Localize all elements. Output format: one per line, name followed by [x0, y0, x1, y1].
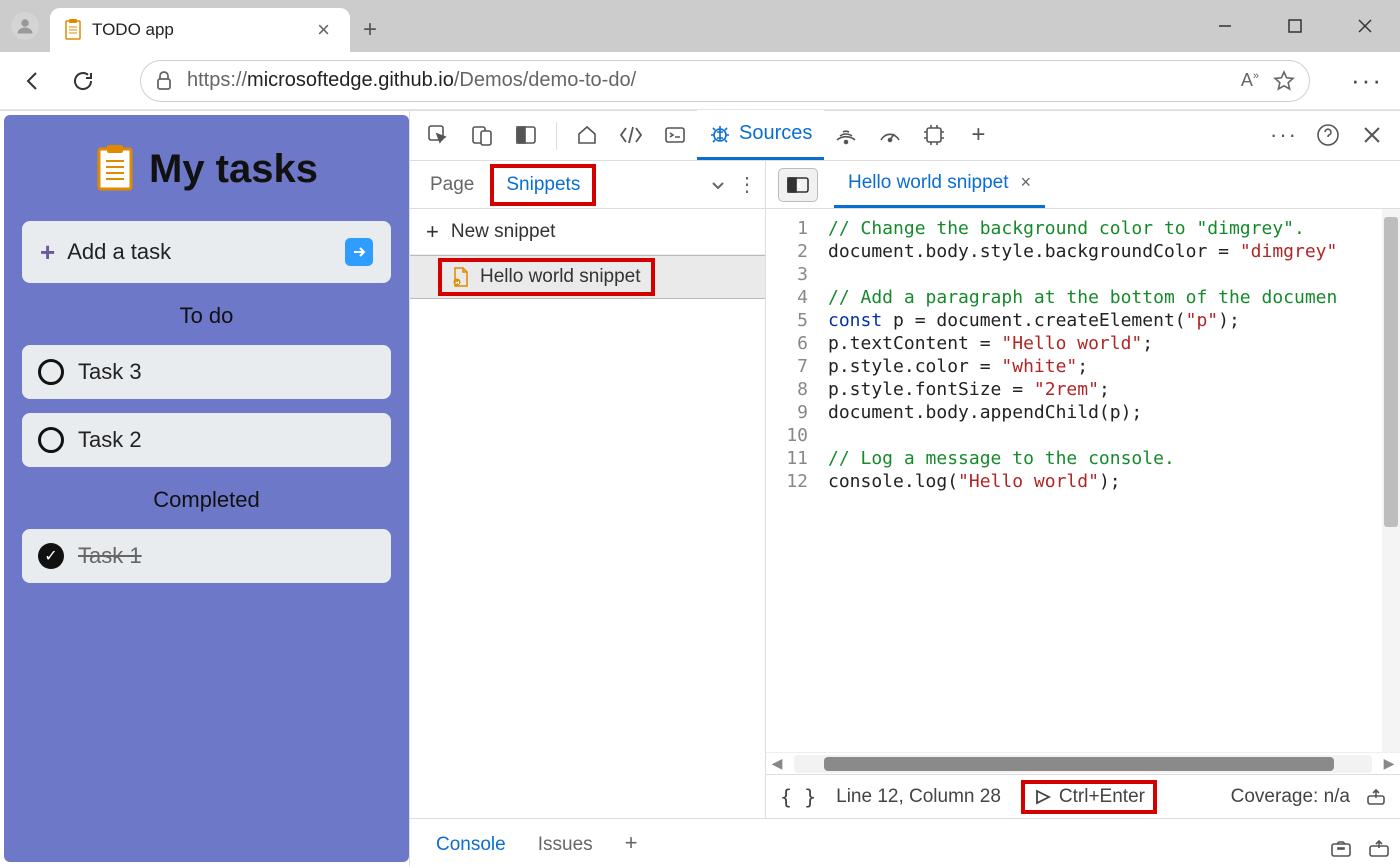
lock-icon: [155, 71, 173, 91]
device-toggle-icon[interactable]: [460, 110, 504, 160]
task-label: Task 1: [78, 543, 142, 569]
section-todo: To do: [22, 303, 391, 329]
editor-tab[interactable]: Hello world snippet ×: [834, 160, 1045, 208]
run-hint: Ctrl+Enter: [1059, 786, 1145, 808]
chevron-down-icon[interactable]: [709, 176, 727, 194]
new-snippet-label: New snippet: [451, 221, 556, 243]
kebab-icon[interactable]: ···: [1262, 110, 1306, 160]
read-aloud-icon[interactable]: A»: [1241, 70, 1259, 91]
browser-tab[interactable]: TODO app ×: [50, 8, 350, 52]
plus-icon: +: [40, 237, 55, 268]
sources-tab[interactable]: Sources: [697, 110, 824, 160]
app-title: My tasks: [149, 147, 318, 192]
line-gutter: 123456789101112: [766, 209, 818, 752]
performance-icon[interactable]: [868, 110, 912, 160]
task-item[interactable]: Task 3: [22, 345, 391, 399]
bug-icon: [709, 123, 731, 145]
close-editor-tab-button[interactable]: ×: [1021, 172, 1032, 193]
drawer-issues-tab[interactable]: Issues: [522, 824, 609, 866]
close-tab-button[interactable]: ×: [311, 17, 336, 43]
task-item-completed[interactable]: ✓ Task 1: [22, 529, 391, 583]
devtools-drawer: Console Issues +: [410, 818, 1400, 866]
clipboard-icon: [95, 145, 135, 193]
network-icon[interactable]: [824, 110, 868, 160]
welcome-icon[interactable]: [565, 110, 609, 160]
scroll-left-icon[interactable]: ◀: [766, 755, 788, 772]
new-snippet-button[interactable]: + New snippet: [410, 209, 765, 255]
maximize-button[interactable]: [1260, 0, 1330, 52]
add-task-label: Add a task: [67, 239, 171, 265]
devtools-editor: Hello world snippet × 123456789101112 //…: [766, 161, 1400, 818]
app-panel: My tasks + Add a task To do Task 3 Task …: [4, 115, 409, 862]
drawer-expand-icon[interactable]: [1368, 840, 1390, 858]
url-text: https://microsoftedge.github.io/Demos/de…: [187, 69, 636, 92]
elements-icon[interactable]: [609, 110, 653, 160]
new-tab-button[interactable]: +: [350, 8, 390, 52]
more-tabs-button[interactable]: +: [956, 110, 1000, 160]
help-icon[interactable]: [1306, 110, 1350, 160]
titlebar: TODO app × +: [0, 0, 1400, 52]
dock-icon[interactable]: [504, 110, 548, 160]
circle-icon[interactable]: [38, 427, 64, 453]
devtools-sidebar: Page Snippets ⋮ + New snippet: [410, 161, 766, 818]
drawer-add-tab[interactable]: +: [609, 820, 654, 866]
task-label: Task 3: [78, 359, 142, 385]
circle-icon[interactable]: [38, 359, 64, 385]
drawer-camera-icon[interactable]: [1330, 840, 1352, 858]
browser-toolbar: https://microsoftedge.github.io/Demos/de…: [0, 52, 1400, 110]
toggle-navigator-button[interactable]: [778, 168, 818, 202]
inspect-icon[interactable]: [416, 110, 460, 160]
page-subtab[interactable]: Page: [418, 168, 486, 202]
code-content[interactable]: // Change the background color to "dimgr…: [818, 209, 1382, 752]
back-button[interactable]: [10, 58, 56, 104]
vertical-scrollbar[interactable]: [1382, 209, 1400, 752]
close-window-button[interactable]: [1330, 0, 1400, 52]
play-icon: [1033, 788, 1051, 806]
coverage-label: Coverage: n/a: [1231, 786, 1350, 808]
avatar-icon: [11, 12, 39, 40]
add-task-input[interactable]: + Add a task: [22, 221, 391, 283]
memory-icon[interactable]: [912, 110, 956, 160]
run-snippet-button[interactable]: Ctrl+Enter: [1021, 780, 1157, 814]
task-label: Task 2: [78, 427, 142, 453]
sources-tab-label: Sources: [739, 122, 812, 145]
submit-arrow-icon[interactable]: [345, 238, 373, 266]
tab-title: TODO app: [92, 20, 174, 40]
plus-icon: +: [426, 219, 439, 245]
editor-tab-label: Hello world snippet: [848, 172, 1009, 194]
check-circle-icon[interactable]: ✓: [38, 543, 64, 569]
snippet-name: Hello world snippet: [480, 266, 641, 288]
address-bar[interactable]: https://microsoftedge.github.io/Demos/de…: [140, 60, 1310, 102]
favorite-icon[interactable]: [1273, 70, 1295, 92]
devtools-toolbar: Sources + ···: [410, 111, 1400, 161]
task-item[interactable]: Task 2: [22, 413, 391, 467]
drawer-console-tab[interactable]: Console: [420, 824, 522, 866]
snippet-file-icon: [452, 267, 470, 287]
devtools: Sources + ··· Page Snippets: [409, 111, 1400, 866]
scroll-right-icon[interactable]: ▶: [1378, 755, 1400, 772]
refresh-button[interactable]: [60, 58, 106, 104]
kebab-vertical-icon[interactable]: ⋮: [737, 172, 757, 197]
snippet-item[interactable]: Hello world snippet: [410, 255, 765, 299]
close-devtools-button[interactable]: [1350, 110, 1394, 160]
editor-status-bar: { } Line 12, Column 28 Ctrl+Enter Covera…: [766, 774, 1400, 818]
more-button[interactable]: ···: [1344, 58, 1390, 104]
profile-button[interactable]: [0, 0, 50, 52]
horizontal-scrollbar[interactable]: ◀ ▶: [766, 752, 1400, 774]
minimize-button[interactable]: [1190, 0, 1260, 52]
section-completed: Completed: [22, 487, 391, 513]
cursor-position: Line 12, Column 28: [836, 786, 1001, 808]
code-editor[interactable]: 123456789101112 // Change the background…: [766, 209, 1400, 752]
snippets-subtab[interactable]: Snippets: [490, 164, 596, 206]
upload-icon[interactable]: [1366, 788, 1386, 806]
console-icon[interactable]: [653, 110, 697, 160]
pretty-print-icon[interactable]: { }: [780, 785, 816, 809]
clipboard-icon: [64, 19, 82, 41]
